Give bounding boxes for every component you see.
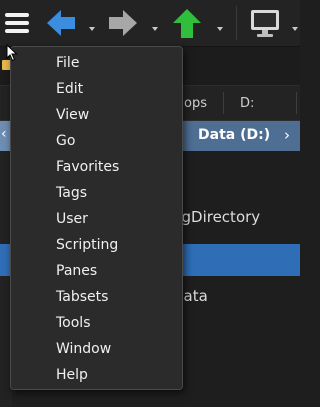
- breadcrumb-current[interactable]: Data (D:): [198, 127, 270, 143]
- back-arrow-icon: [47, 10, 75, 36]
- tab-label[interactable]: ops: [184, 96, 207, 111]
- forward-arrow-icon: [109, 10, 137, 36]
- menu-item-view[interactable]: View: [56, 107, 89, 123]
- tab-divider: [223, 92, 224, 114]
- mouse-cursor-icon: [6, 44, 18, 62]
- menu-item-tabsets[interactable]: Tabsets: [56, 289, 108, 305]
- up-arrow-icon: [173, 9, 201, 38]
- monitor-icon: [251, 10, 279, 37]
- menu-item-window[interactable]: Window: [56, 341, 111, 357]
- up-button[interactable]: [170, 7, 226, 39]
- menu-item-file[interactable]: File: [56, 55, 79, 71]
- tab-divider: [296, 92, 297, 114]
- toolbar-separator: [236, 6, 237, 40]
- back-button[interactable]: [44, 7, 95, 39]
- chevron-left-icon[interactable]: ‹: [1, 126, 7, 142]
- menu-item-help[interactable]: Help: [56, 367, 88, 383]
- hamburger-menu-button[interactable]: [3, 7, 31, 39]
- menu-item-tags[interactable]: Tags: [56, 185, 87, 201]
- menu-item-favorites[interactable]: Favorites: [56, 159, 119, 175]
- forward-button[interactable]: [106, 7, 158, 39]
- menu-item-panes[interactable]: Panes: [56, 263, 97, 279]
- tab-label[interactable]: D:: [240, 96, 254, 111]
- view-layout-button[interactable]: [248, 7, 298, 39]
- menu-item-edit[interactable]: Edit: [56, 81, 83, 97]
- main-menu: File Edit View Go Favorites Tags User Sc…: [10, 46, 183, 390]
- menu-item-tools[interactable]: Tools: [56, 315, 91, 331]
- menu-item-user[interactable]: User: [56, 211, 88, 227]
- menu-item-go[interactable]: Go: [56, 133, 75, 149]
- chevron-right-icon[interactable]: ›: [284, 126, 290, 144]
- toolbar: [0, 0, 300, 47]
- menu-item-scripting[interactable]: Scripting: [56, 237, 118, 253]
